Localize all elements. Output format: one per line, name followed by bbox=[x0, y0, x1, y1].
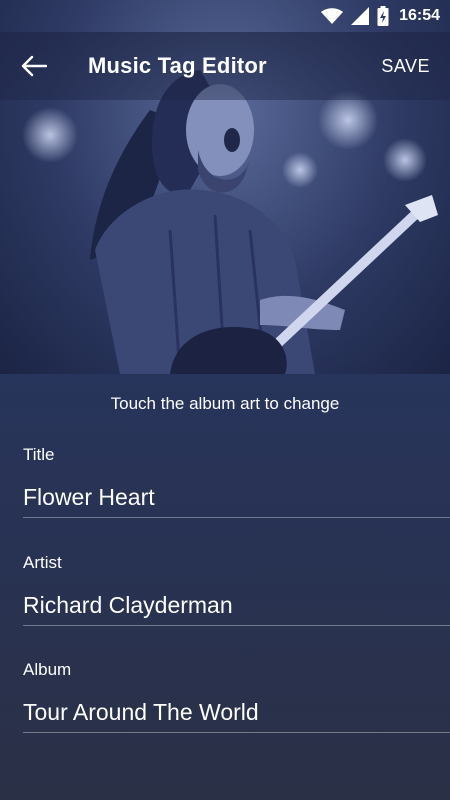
battery-charging-icon bbox=[377, 6, 389, 26]
page-title: Music Tag Editor bbox=[88, 53, 267, 78]
tag-editor-screen: 16:54 Music Tag Editor SAVE Touch the al… bbox=[0, 0, 450, 800]
title-input[interactable] bbox=[23, 484, 450, 518]
artist-input[interactable] bbox=[23, 592, 450, 626]
status-time: 16:54 bbox=[399, 7, 440, 24]
save-button[interactable]: SAVE bbox=[381, 56, 430, 77]
title-field-group: Title bbox=[23, 445, 450, 518]
album-label: Album bbox=[23, 660, 72, 679]
artist-field-group: Artist bbox=[23, 553, 450, 626]
album-field-group: Album bbox=[23, 660, 450, 733]
cell-signal-icon bbox=[351, 7, 370, 25]
album-art-hint: Touch the album art to change bbox=[110, 394, 340, 413]
album-input[interactable] bbox=[23, 699, 450, 733]
status-bar: 16:54 bbox=[0, 0, 450, 32]
arrow-left-icon bbox=[21, 55, 47, 77]
title-label: Title bbox=[23, 445, 55, 464]
back-button[interactable] bbox=[14, 46, 54, 86]
app-bar: Music Tag Editor SAVE bbox=[0, 32, 450, 100]
wifi-icon bbox=[321, 8, 344, 24]
artist-label: Artist bbox=[23, 553, 62, 572]
